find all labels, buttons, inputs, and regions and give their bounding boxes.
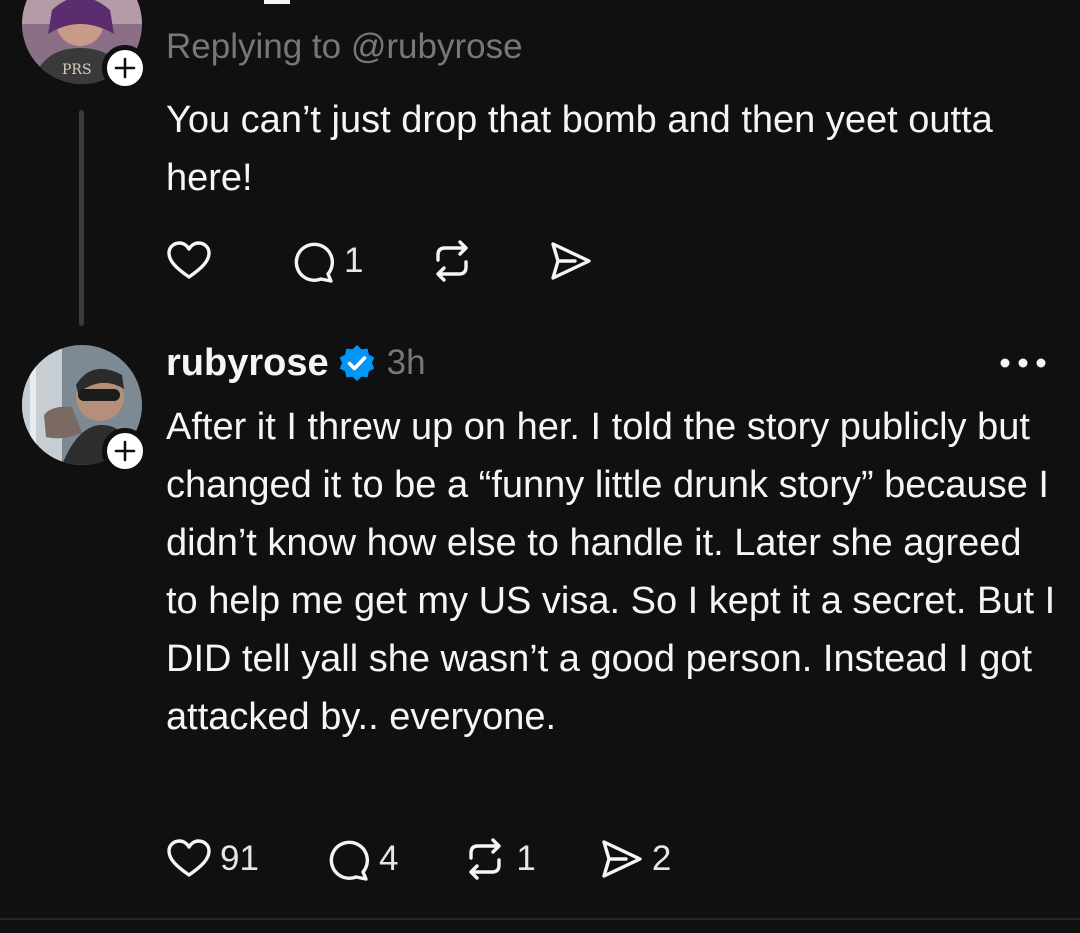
replying-to-label[interactable]: Replying to @rubyrose [166,27,523,67]
previous-username-fragment [264,0,290,4]
reply-post-actions: 1 [164,234,601,288]
post-divider [0,918,1080,920]
reply-comment-button[interactable]: 1 [288,234,363,288]
reply-like-button[interactable] [164,234,220,288]
reply-repost-button[interactable] [427,234,483,288]
plus-icon [114,440,136,462]
main-post-actions: 91 4 1 2 [164,832,671,886]
main-repost-count: 1 [516,839,536,878]
repost-icon [469,838,502,880]
author-username[interactable]: rubyrose [166,342,329,385]
previous-more-icon[interactable] [1006,0,1046,4]
more-dots-icon [1000,358,1046,368]
main-post-text: After it I threw up on her. I told the s… [166,406,1056,738]
svg-text:PRS: PRS [62,62,92,78]
post-more-button[interactable] [995,345,1051,381]
verified-badge-icon [339,345,374,381]
repost-icon [436,240,469,282]
send-icon [551,242,592,280]
post-timestamp: 3h [386,343,426,382]
main-share-count: 2 [651,839,672,878]
reply-author-follow-button[interactable] [102,45,148,91]
main-like-button[interactable]: 91 [164,832,259,886]
reply-post-text: You can’t just drop that bomb and then y… [166,99,993,199]
heart-icon [167,839,211,877]
reply-comment-count: 1 [344,241,364,280]
comment-icon [329,840,369,881]
main-comment-count: 4 [378,839,399,878]
comment-icon [294,242,335,283]
send-icon [602,840,642,878]
heart-icon [167,241,211,279]
main-post-header: rubyrose 3h [166,336,426,390]
thread-connector-line [79,110,84,326]
main-like-count: 91 [220,839,259,878]
main-comment-button[interactable]: 4 [323,832,398,886]
plus-icon [114,57,136,79]
main-repost-button[interactable]: 1 [460,832,536,886]
main-share-button[interactable]: 2 [596,832,671,886]
threads-screen: PRS Replying to @rubyrose You can’t just… [0,0,1080,933]
rubyrose-follow-button[interactable] [102,428,148,474]
reply-share-button[interactable] [545,234,601,288]
